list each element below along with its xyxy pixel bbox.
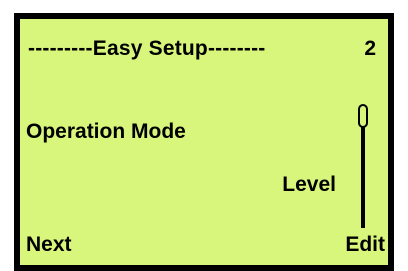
- lcd-screen: ---------Easy Setup-------- 2 Operation …: [14, 13, 394, 271]
- scrollbar[interactable]: [358, 104, 368, 228]
- scrollbar-track: [361, 122, 365, 228]
- edit-softkey[interactable]: Edit: [345, 233, 385, 257]
- screen-title: ---------Easy Setup--------: [28, 37, 266, 60]
- scrollbar-thumb[interactable]: [358, 104, 368, 128]
- setting-value: Level: [282, 173, 336, 196]
- setting-label: Operation Mode: [26, 120, 186, 143]
- page-number: 2: [364, 37, 376, 60]
- next-softkey[interactable]: Next: [26, 233, 72, 257]
